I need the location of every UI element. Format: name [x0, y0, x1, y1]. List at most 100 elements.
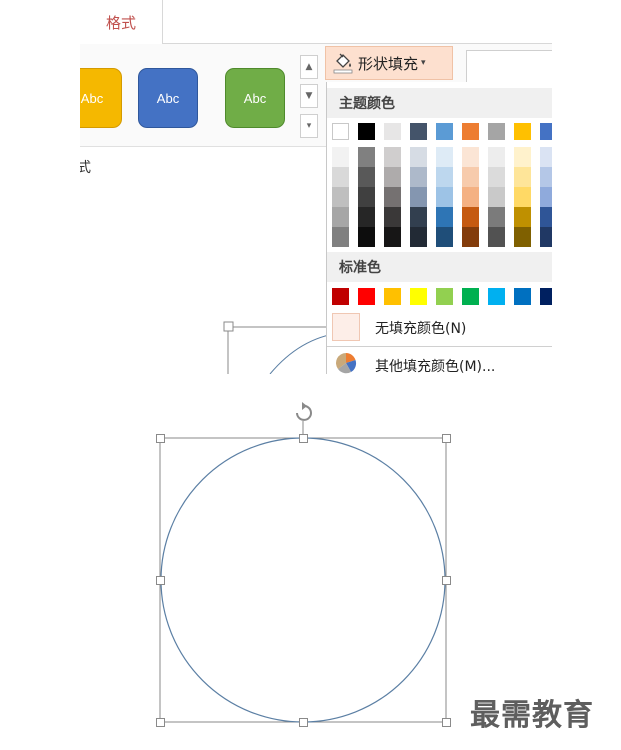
group-label-row: 式 [80, 146, 326, 187]
standard-color-swatch[interactable] [436, 288, 453, 305]
theme-shade-swatch[interactable] [488, 167, 505, 187]
theme-shade-swatch[interactable] [410, 147, 427, 167]
theme-shade-swatch[interactable] [540, 227, 552, 247]
more-fill-colors-label: 其他填充颜色(M)... [375, 359, 496, 374]
no-fill-label: 无填充颜色(N) [375, 321, 467, 337]
menu-separator [327, 346, 552, 347]
theme-shade-swatch[interactable] [332, 207, 349, 227]
theme-shade-swatch[interactable] [384, 207, 401, 227]
standard-color-swatch[interactable] [488, 288, 505, 305]
theme-shade-swatch[interactable] [358, 187, 375, 207]
standard-color-swatch[interactable] [540, 288, 552, 305]
theme-color-swatch[interactable] [462, 123, 479, 140]
theme-shade-swatch[interactable] [514, 207, 531, 227]
theme-shade-swatch[interactable] [540, 147, 552, 167]
circle-shape[interactable] [160, 437, 446, 723]
gallery-scroll-up-button[interactable]: ▲ [300, 55, 318, 79]
theme-shade-swatch[interactable] [488, 147, 505, 167]
theme-shade-swatch[interactable] [462, 207, 479, 227]
theme-shade-swatch[interactable] [410, 227, 427, 247]
theme-shade-swatch[interactable] [488, 207, 505, 227]
theme-shade-swatch[interactable] [514, 227, 531, 247]
theme-shade-swatch[interactable] [410, 207, 427, 227]
shape-style-green[interactable]: Abc [225, 68, 285, 128]
color-palette-icon [336, 353, 357, 374]
theme-shade-swatch[interactable] [410, 167, 427, 187]
standard-color-swatch[interactable] [410, 288, 427, 305]
more-fill-colors-option[interactable]: 其他填充颜色(M)... [327, 348, 552, 374]
theme-shade-swatch[interactable] [384, 227, 401, 247]
theme-shade-swatch[interactable] [462, 227, 479, 247]
no-fill-swatch [332, 313, 360, 341]
paint-bucket-icon [333, 53, 353, 74]
standard-color-swatch[interactable] [462, 288, 479, 305]
theme-shade-swatch[interactable] [488, 187, 505, 207]
theme-color-swatch[interactable] [488, 123, 505, 140]
resize-handle-left[interactable] [156, 576, 165, 585]
shape-fill-dropdown: 主题颜色 标准色 无填充颜色(N) 其他填充颜色(M)... [326, 82, 552, 374]
theme-shade-swatch[interactable] [436, 167, 453, 187]
shape-style-blue[interactable]: Abc [138, 68, 198, 128]
theme-shade-swatch[interactable] [332, 167, 349, 187]
standard-colors-header: 标准色 [327, 252, 552, 282]
shape-style-yellow[interactable]: Abc [80, 68, 122, 128]
theme-shade-swatch[interactable] [332, 227, 349, 247]
theme-shade-swatch[interactable] [514, 147, 531, 167]
resize-handle-right[interactable] [442, 576, 451, 585]
resize-handle-top[interactable] [299, 434, 308, 443]
theme-shade-swatch[interactable] [358, 147, 375, 167]
theme-color-swatch[interactable] [384, 123, 401, 140]
theme-color-swatch[interactable] [358, 123, 375, 140]
no-fill-option[interactable]: 无填充颜色(N) [327, 312, 552, 344]
theme-color-swatch[interactable] [436, 123, 453, 140]
standard-color-swatch[interactable] [384, 288, 401, 305]
theme-shade-swatch[interactable] [358, 167, 375, 187]
resize-handle-bottom[interactable] [299, 718, 308, 727]
theme-shade-swatch[interactable] [462, 167, 479, 187]
theme-color-swatch[interactable] [410, 123, 427, 140]
selection-box [159, 437, 447, 723]
theme-shade-swatch[interactable] [384, 187, 401, 207]
theme-color-swatch[interactable] [540, 123, 552, 140]
watermark-logo: 最需教育 [470, 698, 594, 733]
theme-shade-swatch[interactable] [384, 167, 401, 187]
resize-handle-top-left[interactable] [156, 434, 165, 443]
ribbon-screenshot: 格式 Abc Abc Abc ▲ ▼ ▾ 式 形状填充 ▾ 主题颜色 标准色 无… [80, 0, 552, 374]
resize-handle-bottom-right[interactable] [442, 718, 451, 727]
ribbon-tab-bar: 格式 [80, 0, 552, 44]
theme-shade-swatch[interactable] [436, 227, 453, 247]
theme-color-swatch[interactable] [332, 123, 349, 140]
standard-color-swatch[interactable] [514, 288, 531, 305]
theme-shade-swatch[interactable] [436, 147, 453, 167]
theme-shade-swatch[interactable] [462, 187, 479, 207]
tab-format[interactable]: 格式 [80, 0, 163, 44]
theme-shade-swatch[interactable] [332, 187, 349, 207]
shape-fill-button[interactable]: 形状填充 ▾ [325, 46, 453, 80]
theme-shade-swatch[interactable] [540, 167, 552, 187]
shape-fill-label: 形状填充 [358, 54, 419, 73]
theme-color-swatch[interactable] [514, 123, 531, 140]
gallery-scroll-down-button[interactable]: ▼ [300, 84, 318, 108]
theme-shade-swatch[interactable] [540, 187, 552, 207]
resize-handle-bottom-left[interactable] [156, 718, 165, 727]
theme-colors-header: 主题颜色 [327, 88, 552, 118]
theme-shade-swatch[interactable] [410, 187, 427, 207]
theme-shade-swatch[interactable] [514, 187, 531, 207]
gallery-more-button[interactable]: ▾ [300, 114, 318, 138]
rotate-handle-icon[interactable] [296, 402, 312, 421]
theme-shade-swatch[interactable] [358, 207, 375, 227]
theme-shade-swatch[interactable] [462, 147, 479, 167]
resize-handle-top-right[interactable] [442, 434, 451, 443]
theme-shade-swatch[interactable] [332, 147, 349, 167]
standard-color-swatch[interactable] [358, 288, 375, 305]
theme-shade-swatch[interactable] [436, 207, 453, 227]
adjacent-ribbon-panel [466, 50, 552, 83]
theme-shade-swatch[interactable] [384, 147, 401, 167]
theme-shade-swatch[interactable] [514, 167, 531, 187]
theme-shade-swatch[interactable] [436, 187, 453, 207]
theme-shade-swatch[interactable] [488, 227, 505, 247]
chevron-down-icon: ▾ [421, 58, 426, 68]
standard-color-swatch[interactable] [332, 288, 349, 305]
theme-shade-swatch[interactable] [540, 207, 552, 227]
theme-shade-swatch[interactable] [358, 227, 375, 247]
